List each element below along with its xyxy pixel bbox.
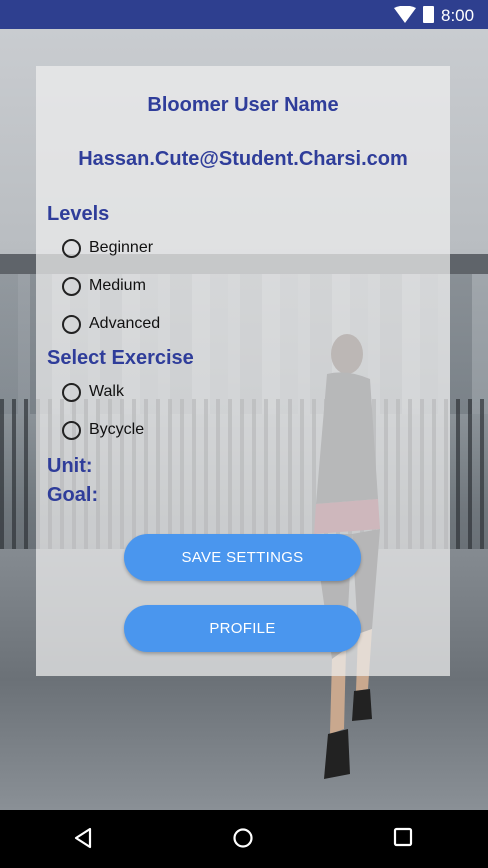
navigation-bar [0,810,488,868]
status-bar: 8:00 [0,0,488,29]
unit-label: Unit: [47,455,93,477]
user-name-title: Bloomer User Name [147,94,339,116]
radio-button[interactable] [62,314,81,334]
settings-card: Bloomer User Name Hassan.Cute@Student.Ch… [36,66,450,676]
status-time: 8:00 [441,6,475,25]
wifi-icon [394,5,416,28]
user-email: Hassan.Cute@Student.Charsi.com [78,148,408,170]
level-option-medium[interactable]: Medium [62,273,146,299]
radio-label: Beginner [89,239,154,256]
level-option-advanced[interactable]: Advanced [62,311,160,337]
level-option-beginner[interactable]: Beginner [62,235,153,261]
levels-label: Levels [47,203,110,225]
radio-label: Advanced [89,315,161,332]
radio-button[interactable] [62,382,81,402]
radio-button[interactable] [62,420,81,440]
exercise-option-walk[interactable]: Walk [62,379,124,405]
save-settings-button[interactable]: SAVE SETTINGS [124,534,361,581]
profile-button[interactable]: PROFILE [124,605,361,652]
goal-label: Goal: [47,484,99,506]
radio-button[interactable] [62,238,81,258]
radio-label: Medium [89,277,146,294]
radio-label: Bycycle [89,421,145,438]
battery-icon [423,6,434,23]
home-icon[interactable] [232,827,254,854]
exercise-option-bycycle[interactable]: Bycycle [62,417,144,443]
radio-button[interactable] [62,276,81,296]
select-exercise-label: Select Exercise [47,347,194,369]
back-icon[interactable] [72,827,94,854]
recents-icon[interactable] [393,827,413,852]
radio-label: Walk [89,383,124,400]
